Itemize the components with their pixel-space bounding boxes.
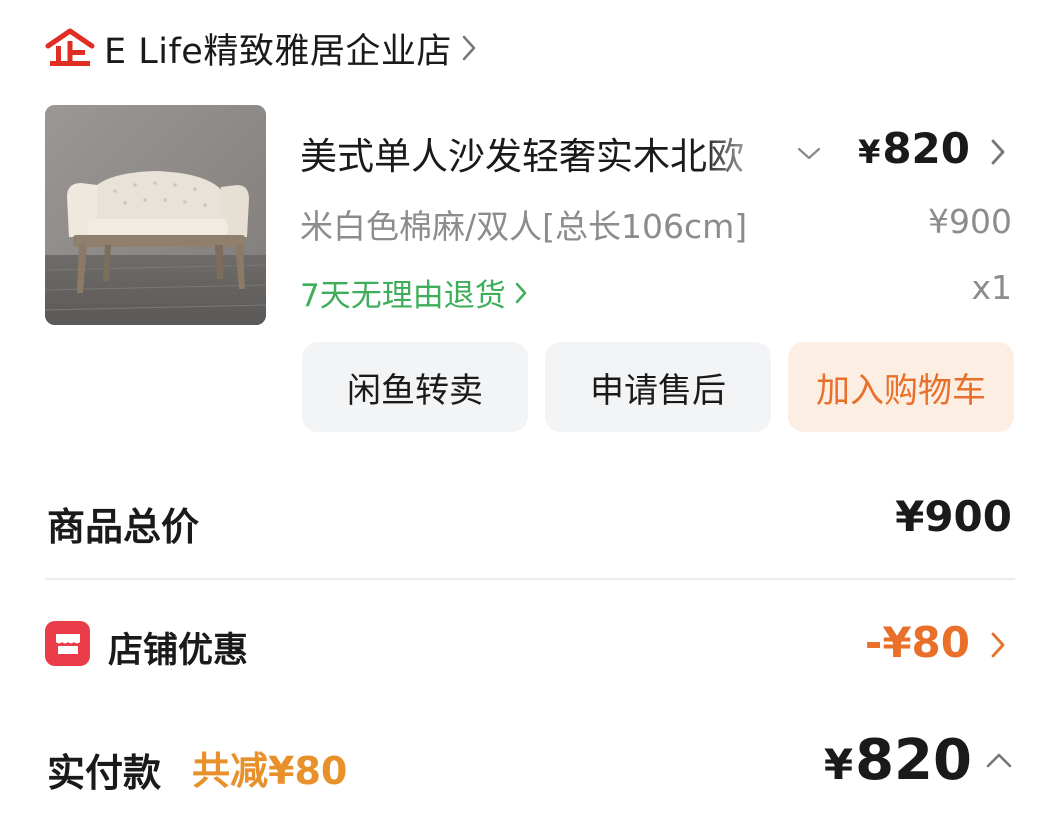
return-policy-label: 7天无理由退货 xyxy=(300,278,506,314)
actual-payment-label: 实付款 xyxy=(47,751,162,795)
after-sale-button[interactable]: 申请售后 xyxy=(545,342,771,432)
actual-payment-value: ¥820 xyxy=(824,728,972,793)
product-sku-spec: 米白色棉麻/双人[总长106cm] xyxy=(300,207,748,246)
shop-discount-icon xyxy=(45,621,90,666)
total-saving: 共减¥80 xyxy=(192,749,348,793)
shop-discount-label[interactable]: 店铺优惠 xyxy=(108,622,248,673)
quantity: x1 xyxy=(971,268,1012,307)
subtotal-value: ¥900 xyxy=(895,492,1012,541)
chevron-right-icon[interactable] xyxy=(985,134,1011,170)
chevron-right-icon[interactable] xyxy=(985,627,1011,663)
chevron-right-icon xyxy=(514,279,532,307)
divider xyxy=(45,578,1015,580)
shop-name: E Life精致雅居企业店 xyxy=(104,31,452,72)
currency-symbol: ¥ xyxy=(858,133,881,171)
chevron-up-icon[interactable] xyxy=(982,745,1016,775)
actual-payment-amount: 820 xyxy=(855,728,972,793)
shop-discount-value[interactable]: -¥80 xyxy=(865,618,970,667)
product-thumbnail[interactable] xyxy=(45,105,266,325)
resell-button[interactable]: 闲鱼转卖 xyxy=(302,342,528,432)
subtotal-label: 商品总价 xyxy=(47,505,200,549)
chevron-down-icon[interactable] xyxy=(793,138,825,170)
currency-symbol: ¥ xyxy=(823,740,854,789)
original-price: ¥900 xyxy=(928,202,1012,241)
product-paid-price: ¥820 xyxy=(858,124,970,173)
add-to-cart-button[interactable]: 加入购物车 xyxy=(788,342,1014,432)
chevron-right-icon xyxy=(462,33,482,63)
return-policy-link[interactable]: 7天无理由退货 xyxy=(300,270,532,315)
paid-price-amount: 820 xyxy=(882,124,970,173)
title-fade-overlay xyxy=(700,120,780,180)
enterprise-shop-icon xyxy=(44,26,96,70)
shop-header[interactable]: E Life精致雅居企业店 xyxy=(44,24,482,72)
